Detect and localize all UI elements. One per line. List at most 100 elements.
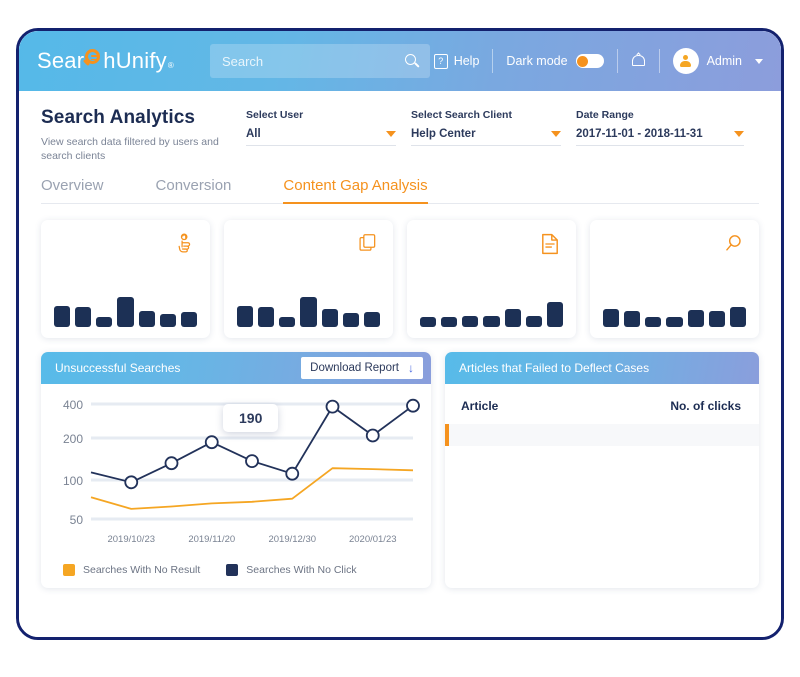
help-label: Help — [453, 54, 480, 68]
bell-icon[interactable] — [631, 52, 646, 69]
dark-mode-toggle[interactable]: Dark mode — [506, 54, 604, 68]
filter-value: 2017-11-01 - 2018-11-31 — [576, 128, 703, 140]
spark-bar — [117, 297, 134, 328]
panel-title: Unsuccessful Searches — [55, 361, 181, 376]
user-avatar-icon — [679, 54, 693, 68]
device-frame: Sear hUnify ® ? Help Dark mode — [16, 28, 784, 640]
filter-group: Select User All Select Search Client Hel… — [246, 107, 759, 163]
filter-label: Select Search Client — [411, 109, 512, 121]
chart-tooltip: 190 — [223, 404, 279, 433]
spark-bar — [666, 316, 683, 328]
svg-text:2019/12/30: 2019/12/30 — [268, 534, 316, 545]
stat-card-row — [19, 204, 781, 339]
panel-header: Unsuccessful Searches Download Report ↓ — [41, 352, 431, 385]
legend-label: Searches With No Result — [83, 564, 201, 577]
svg-text:200: 200 — [63, 432, 83, 446]
table-row[interactable] — [445, 424, 759, 447]
spark-bar — [279, 317, 296, 328]
filter-select-user[interactable]: Select User All — [246, 109, 396, 163]
column-header-clicks: No. of clicks — [670, 399, 741, 414]
spark-bar — [159, 313, 176, 328]
search-glass-icon — [724, 233, 746, 257]
spark-bar — [138, 310, 155, 328]
svg-text:100: 100 — [63, 474, 83, 488]
legend-item-no-click[interactable]: Searches With No Click — [226, 564, 357, 577]
download-report-label: Download Report — [310, 362, 399, 375]
spark-bar — [420, 317, 437, 328]
spark-bar — [441, 316, 458, 328]
nav-right-group: ? Help Dark mode Admin — [433, 31, 763, 91]
question-badge-icon: ? — [433, 53, 448, 69]
panel-header: Articles that Failed to Deflect Cases — [445, 352, 759, 385]
nav-divider-3 — [658, 49, 660, 73]
spark-bar — [96, 317, 113, 328]
nav-divider-1 — [492, 49, 494, 73]
chevron-down-icon[interactable] — [551, 131, 561, 137]
chevron-down-icon[interactable] — [386, 131, 396, 137]
articles-failed-panel: Articles that Failed to Deflect Cases Ar… — [445, 352, 759, 589]
unsuccessful-searches-panel: Unsuccessful Searches Download Report ↓ … — [41, 352, 431, 589]
logo-magnifier-icon — [83, 49, 103, 68]
spark-bar — [300, 297, 317, 328]
tab-conversion[interactable]: Conversion — [156, 177, 232, 203]
searchunify-logo[interactable]: Sear hUnify ® — [37, 48, 174, 74]
page-header: Search Analytics View search data filter… — [19, 91, 781, 163]
panel-title: Articles that Failed to Deflect Cases — [459, 361, 650, 376]
download-report-button[interactable]: Download Report ↓ — [301, 357, 423, 380]
search-icon[interactable] — [404, 53, 420, 69]
svg-text:2019/11/20: 2019/11/20 — [188, 534, 235, 545]
logo-text-part1: Sear — [37, 48, 85, 73]
stat-card-sparkline — [54, 297, 197, 328]
svg-text:2020/01/23: 2020/01/23 — [349, 534, 397, 545]
spark-bar — [504, 308, 521, 328]
legend-swatch — [63, 564, 75, 577]
nav-divider-2 — [616, 49, 618, 73]
stat-card[interactable] — [407, 220, 576, 339]
spark-bar — [462, 316, 479, 328]
spark-bar — [729, 306, 746, 328]
spark-bar — [708, 310, 725, 328]
filter-label: Select User — [246, 109, 304, 121]
filter-date-range[interactable]: Date Range 2017-11-01 - 2018-11-31 — [576, 109, 744, 163]
legend-item-no-result[interactable]: Searches With No Result — [63, 564, 201, 577]
page-title: Search Analytics — [41, 107, 196, 128]
logo-trademark: ® — [167, 61, 174, 70]
stat-card-sparkline — [237, 297, 380, 328]
stat-card-sparkline — [420, 301, 563, 328]
spark-bar — [687, 310, 704, 328]
legend-label: Searches With No Click — [246, 564, 357, 577]
filter-select-search-client[interactable]: Select Search Client Help Center — [411, 109, 561, 163]
chevron-down-icon[interactable] — [734, 131, 744, 137]
spark-bar — [75, 307, 92, 328]
stat-card[interactable] — [41, 220, 210, 339]
search-input[interactable] — [219, 52, 405, 70]
help-button[interactable]: ? Help — [433, 53, 480, 69]
stat-card[interactable] — [224, 220, 393, 339]
table-header-row: Article No. of clicks — [445, 388, 759, 424]
filter-value: Help Center — [411, 128, 476, 140]
app-window: Sear hUnify ® ? Help Dark mode — [19, 31, 781, 637]
spark-bar — [321, 309, 338, 328]
avatar[interactable] — [672, 48, 699, 74]
copy-pages-icon — [358, 233, 380, 257]
tab-overview[interactable]: Overview — [41, 177, 104, 203]
document-icon — [541, 233, 563, 257]
account-menu[interactable]: Admin — [707, 54, 763, 68]
dark-mode-switch[interactable] — [575, 54, 604, 68]
spark-bar — [483, 315, 500, 328]
global-search-box[interactable] — [209, 44, 430, 78]
account-label: Admin — [706, 54, 742, 68]
click-hand-icon — [175, 233, 197, 257]
articles-table: Article No. of clicks — [445, 384, 759, 468]
table-row[interactable] — [445, 446, 759, 468]
svg-text:50: 50 — [70, 513, 84, 527]
legend-swatch — [226, 564, 239, 577]
stat-card[interactable] — [590, 220, 759, 339]
spark-bar — [180, 311, 197, 328]
chevron-down-icon — [755, 58, 763, 64]
spark-bar — [603, 308, 620, 328]
spark-bar — [342, 313, 359, 328]
stat-card-sparkline — [603, 301, 746, 328]
spark-bar — [54, 305, 71, 328]
tab-content-gap-analysis[interactable]: Content Gap Analysis — [283, 177, 428, 205]
